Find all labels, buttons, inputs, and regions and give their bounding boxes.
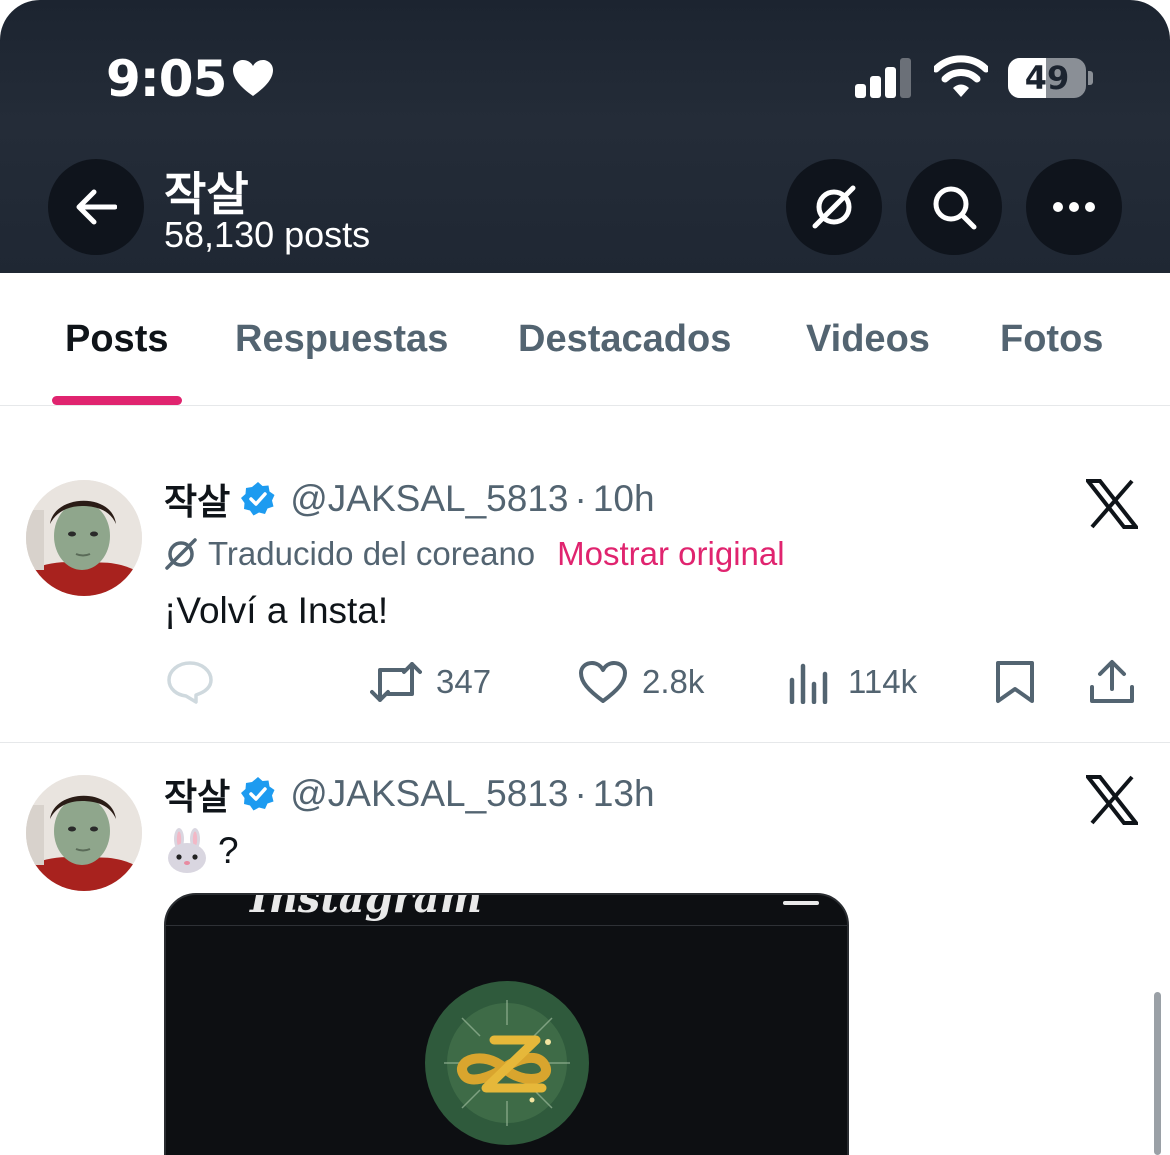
post-handle[interactable]: @JAKSAL_5813 (290, 478, 568, 520)
like-button[interactable]: 2.8k (578, 652, 704, 712)
translate-button[interactable] (786, 159, 882, 255)
separator-dot: · (574, 478, 587, 519)
active-tab-indicator (52, 396, 182, 405)
menu-icon (783, 901, 819, 905)
verified-badge-icon[interactable] (240, 776, 276, 812)
avatar-image (26, 775, 142, 891)
post[interactable]: 작살 @JAKSAL_5813 · 10h Traducido del core… (0, 407, 1170, 743)
repost-count: 347 (436, 663, 492, 700)
show-original-link[interactable]: Mostrar original (557, 535, 784, 573)
battery-indicator: 49 (1008, 58, 1086, 98)
x-logo-icon[interactable] (1086, 479, 1138, 529)
instagram-wordmark: Instagram (250, 893, 482, 922)
back-arrow-icon (76, 189, 117, 225)
translation-notice: Traducido del coreano Mostrar original (164, 535, 785, 573)
views-button[interactable]: 114k (788, 652, 917, 712)
post[interactable]: 작살 @JAKSAL_5813 · 13h ? Instagram (0, 744, 1170, 1155)
verified-badge-icon[interactable] (240, 481, 276, 517)
repost-button[interactable]: 347 (370, 652, 491, 712)
heart-icon (233, 60, 273, 96)
translate-icon (165, 538, 197, 570)
views-count: 114k (848, 663, 918, 700)
profile-tabs: Posts Respuestas Destacados Videos Fotos (0, 273, 1170, 406)
heart-outline-icon (579, 661, 627, 703)
translate-icon (812, 185, 856, 229)
bookmark-icon (996, 661, 1034, 703)
tab-fotos[interactable]: Fotos (1000, 318, 1103, 361)
back-button[interactable] (48, 159, 144, 255)
tab-videos[interactable]: Videos (806, 318, 930, 361)
avatar[interactable] (26, 775, 142, 891)
search-icon (933, 186, 977, 230)
separator-dot: · (574, 773, 587, 814)
status-time: 9:05 (106, 50, 227, 108)
reply-icon (167, 661, 213, 704)
rabbit-face-icon (168, 828, 206, 873)
profile-logo-image (425, 981, 589, 1145)
views-chart-icon (789, 663, 828, 704)
reply-button[interactable] (166, 652, 228, 712)
post-header: 작살 @JAKSAL_5813 · 13h (164, 768, 655, 820)
more-icon (1053, 202, 1095, 212)
tab-posts[interactable]: Posts (65, 318, 168, 361)
battery-level-text: 49 (1024, 59, 1070, 97)
translated-label: Traducido del coreano (208, 535, 536, 572)
battery-nub (1088, 71, 1093, 85)
like-count: 2.8k (642, 663, 705, 700)
wifi-icon (934, 55, 988, 97)
post-timestamp[interactable]: 13h (593, 773, 655, 815)
post-author[interactable]: 작살 (164, 473, 230, 525)
more-options-button[interactable] (1026, 159, 1122, 255)
cellular-signal-icon (855, 58, 911, 98)
post-author[interactable]: 작살 (164, 768, 230, 820)
post-text-content: ? (218, 830, 239, 871)
tab-destacados[interactable]: Destacados (518, 318, 731, 361)
x-logo-icon[interactable] (1086, 775, 1138, 825)
avatar[interactable] (26, 480, 142, 596)
post-handle[interactable]: @JAKSAL_5813 (290, 773, 568, 815)
scrollbar[interactable] (1154, 992, 1161, 1155)
repost-icon (370, 662, 422, 702)
tab-respuestas[interactable]: Respuestas (235, 318, 448, 361)
share-icon (1090, 660, 1134, 703)
post-actions: 347 2.8k 114k (0, 652, 1170, 712)
bookmark-button[interactable] (994, 652, 1050, 712)
post-count: 58,130 posts (164, 214, 371, 255)
post-header: 작살 @JAKSAL_5813 · 10h (164, 473, 655, 525)
post-media[interactable]: Instagram (164, 893, 849, 1155)
post-timestamp[interactable]: 10h (593, 478, 655, 520)
share-button[interactable] (1088, 652, 1150, 712)
profile-header: 9:05 49 작살 58,130 posts (0, 0, 1170, 273)
search-button[interactable] (906, 159, 1002, 255)
post-text: ¡Volví a Insta! (164, 590, 389, 631)
avatar-image (26, 480, 142, 596)
post-text: ? (164, 828, 239, 874)
media-divider (166, 925, 847, 926)
